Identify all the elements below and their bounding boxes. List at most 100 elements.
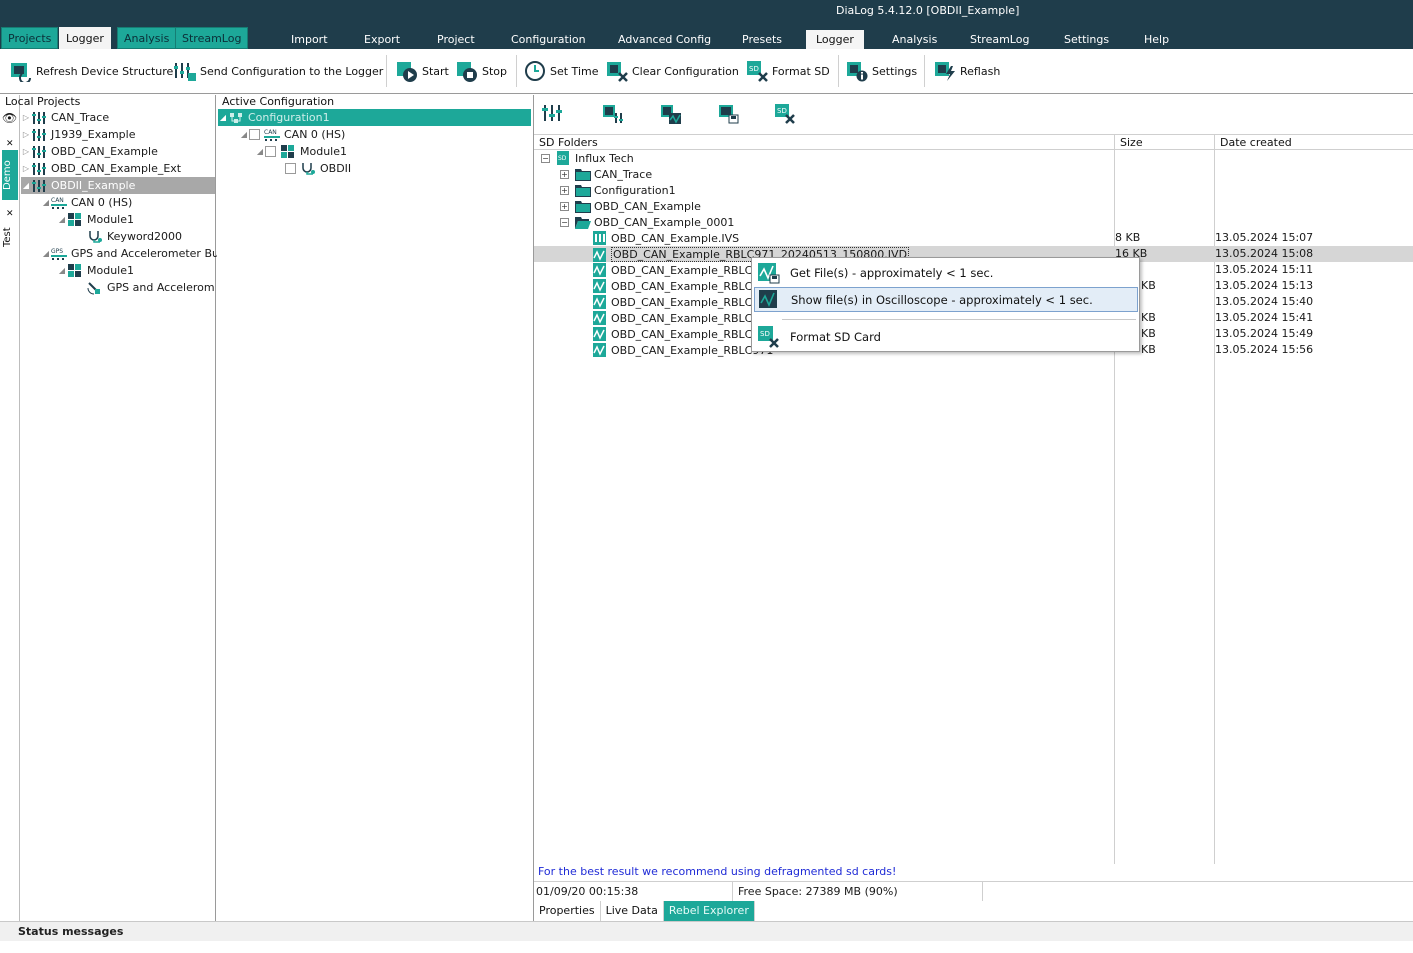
column-header-date[interactable]: Date created [1215,136,1292,149]
tree-node[interactable]: GPS and Accelerometer [87,279,215,296]
quick-tab-logger[interactable]: Logger [59,27,111,49]
config-checkbox[interactable] [249,129,260,140]
collapse-icon[interactable]: ◢ [57,266,67,275]
tree-node[interactable]: ◢ CAN CAN 0 (HS) [41,194,132,211]
quick-tab-projects[interactable]: Projects [1,27,59,49]
expand-icon[interactable]: ▷ [21,130,31,139]
collapse-icon[interactable]: ◢ [41,249,51,258]
ribbon-tab-advanced-config[interactable]: Advanced Config [608,30,721,49]
project-item-selected[interactable]: ◢ OBDII_Example [21,177,215,194]
collapse-icon[interactable]: ◢ [218,113,228,122]
file-date: 13.05.2024 15:07 [1215,231,1314,244]
ivd-file-icon [592,311,608,325]
ribbon-tab-help[interactable]: Help [1134,30,1179,49]
sd-folder-row[interactable]: + Configuration1 [534,182,1413,198]
config-checkbox[interactable] [285,163,296,174]
expand-icon[interactable]: ▷ [21,147,31,156]
column-header-size[interactable]: Size [1115,136,1143,149]
menu-item-get-files[interactable]: Get File(s) - approximately < 1 sec. [754,260,1138,285]
tree-node[interactable]: ◢ Module1 [57,211,134,228]
collapse-icon[interactable]: ◢ [21,181,31,190]
config-settings-icon[interactable] [542,103,564,125]
expand-icon[interactable]: + [560,169,569,179]
toolbar-separator [838,55,839,87]
status-divider [732,882,733,901]
menu-item-format-sd-card[interactable]: SD Format SD Card [754,324,1138,349]
clear-config-icon [606,60,628,82]
project-item[interactable]: ▷ CAN_Trace [21,109,215,126]
config-node[interactable]: ◢ Module1 [255,143,347,160]
config-node[interactable]: ◢ CAN CAN 0 (HS) [239,126,345,143]
file-date: 13.05.2024 15:11 [1215,263,1314,276]
project-item[interactable]: ▷ OBD_CAN_Example [21,143,215,160]
file-name: OBD_CAN_Example_RBLC971 [611,263,774,277]
file-name: OBD_CAN_Example_RBLC971 [611,311,774,325]
ribbon-tab-presets[interactable]: Presets [732,30,792,49]
column-header-folders[interactable]: SD Folders [534,136,598,149]
collapse-icon[interactable]: − [541,153,550,163]
oscilloscope-icon[interactable] [660,103,682,125]
clear-configuration-button[interactable]: Clear Configuration [606,59,739,83]
menu-item-show-in-oscilloscope[interactable]: Show file(s) in Oscilloscope - approxima… [754,287,1138,312]
start-button[interactable]: Start [396,59,449,83]
tab-live-data[interactable]: Live Data [601,901,664,921]
format-sd-icon[interactable]: SD [774,103,796,125]
config-root[interactable]: ◢ Configuration1 [218,109,531,126]
set-time-button[interactable]: Set Time [524,59,598,83]
status-messages-bar[interactable]: Status messages [0,921,1413,941]
project-item[interactable]: ▷ OBD_CAN_Example_Ext [21,160,215,177]
settings-button[interactable]: Settings [846,59,917,83]
active-configuration-panel: Active Configuration ◢ Configuration1 ◢ … [217,95,532,921]
tree-node[interactable]: Keyword2000 [87,228,182,245]
send-configuration-button[interactable]: Send Configuration to the Logger [174,59,383,83]
svg-text:SD: SD [749,65,759,73]
rail-tab-test[interactable]: Test [2,219,18,255]
expand-icon[interactable]: ▷ [21,164,31,173]
rail-tab-demo[interactable]: Demo [2,150,18,200]
collapse-icon[interactable]: ◢ [57,215,67,224]
device-datetime: 01/09/20 00:15:38 [536,885,639,898]
close-icon[interactable]: ✕ [6,209,14,219]
ribbon-tab-streamlog[interactable]: StreamLog [960,30,1039,49]
sd-card-icon: SD [746,60,768,82]
close-icon[interactable]: ✕ [6,139,14,149]
ribbon-tab-project[interactable]: Project [427,30,485,49]
device-config-icon[interactable] [602,103,624,125]
reflash-button[interactable]: Reflash [934,59,1000,83]
bottom-tab-bar: Properties Live Data Rebel Explorer [534,901,755,921]
format-sd-button[interactable]: SD Format SD [746,59,830,83]
eye-icon[interactable]: 👁 [2,111,17,125]
config-checkbox[interactable] [265,146,276,157]
sd-folder-row[interactable]: − OBD_CAN_Example_0001 [534,214,1413,230]
quick-tab-streamlog[interactable]: StreamLog [175,27,249,49]
ribbon-tab-logger[interactable]: Logger [806,30,864,49]
tab-properties[interactable]: Properties [534,901,601,921]
collapse-icon[interactable]: ◢ [41,198,51,207]
sd-folder-row[interactable]: + OBD_CAN_Example [534,198,1413,214]
ribbon-tab-settings[interactable]: Settings [1054,30,1119,49]
sd-row-root[interactable]: − SD Influx Tech [534,150,1413,166]
expand-icon[interactable]: + [560,185,569,195]
toolbar-separator [386,55,387,87]
collapse-icon[interactable]: ◢ [255,147,265,156]
quick-tab-analysis[interactable]: Analysis [117,27,177,49]
local-projects-header: Local Projects [5,95,81,108]
ribbon-tab-analysis[interactable]: Analysis [882,30,947,49]
tree-node[interactable]: ◢ Module1 [57,262,134,279]
collapse-icon[interactable]: − [560,217,569,227]
tab-rebel-explorer[interactable]: Rebel Explorer [663,901,755,921]
ribbon-tab-configuration[interactable]: Configuration [501,30,596,49]
stop-button[interactable]: Stop [456,59,507,83]
sd-file-row[interactable]: OBD_CAN_Example.IVS 8 KB 13.05.2024 15:0… [534,230,1413,246]
collapse-icon[interactable]: ◢ [239,130,249,139]
sd-folder-row[interactable]: + CAN_Trace [534,166,1413,182]
project-item[interactable]: ▷ J1939_Example [21,126,215,143]
ribbon-tab-import[interactable]: Import [281,30,338,49]
config-node[interactable]: OBDII [285,160,351,177]
refresh-device-structure-button[interactable]: Refresh Device Structure [10,59,173,83]
ribbon-tab-export[interactable]: Export [354,30,410,49]
download-file-icon[interactable] [718,103,740,125]
expand-icon[interactable]: + [560,201,569,211]
tree-node[interactable]: ◢ GPS GPS and Accelerometer Bus [41,245,225,262]
expand-icon[interactable]: ▷ [21,113,31,122]
